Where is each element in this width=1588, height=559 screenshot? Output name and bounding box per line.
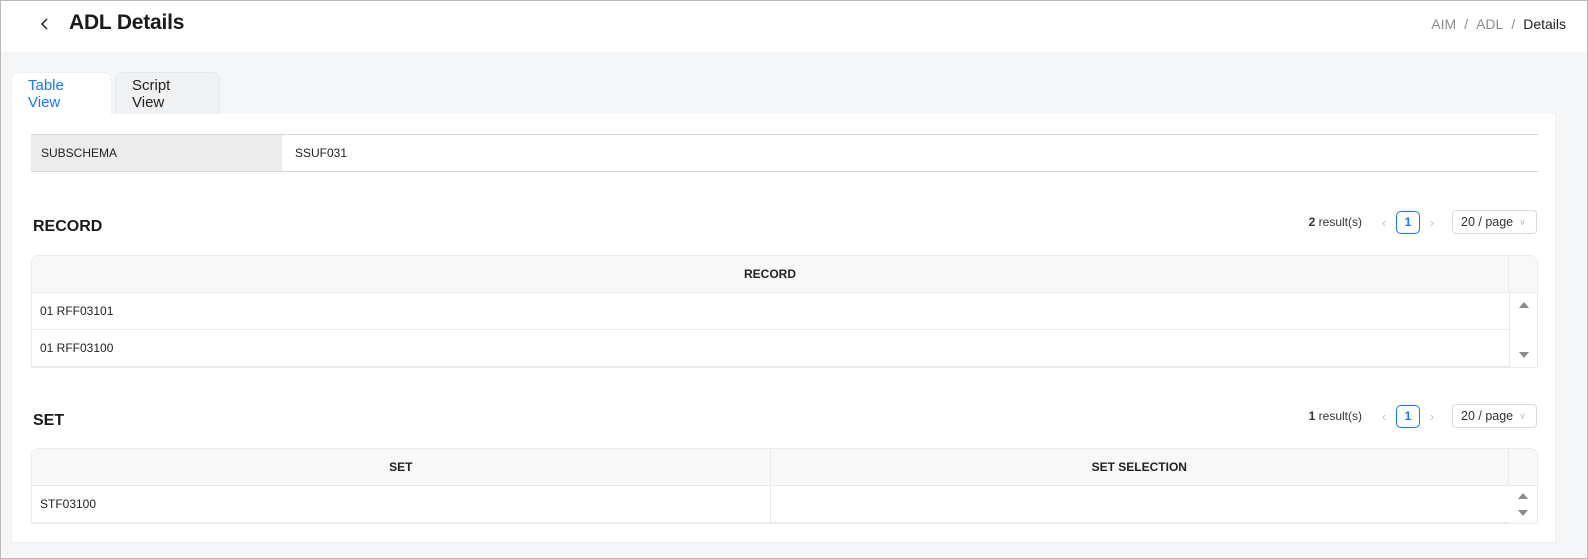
back-button[interactable] [35, 13, 55, 35]
next-page-button[interactable]: › [1420, 409, 1444, 424]
tab-script-view[interactable]: Script View [115, 72, 220, 115]
subschema-row: SUBSCHEMA SSUF031 [31, 134, 1538, 172]
page-size-select[interactable]: 20 / page ∨ [1452, 210, 1537, 234]
set-cell: STF03100 [32, 486, 771, 522]
vertical-scrollbar[interactable] [1509, 486, 1537, 523]
breadcrumb-item-aim[interactable]: AIM [1431, 16, 1456, 32]
table-view-panel: SUBSCHEMA SSUF031 RECORD 2 result(s) ‹ 1… [11, 114, 1556, 543]
scrollbar-header [1509, 449, 1537, 485]
breadcrumb-item-adl[interactable]: ADL [1476, 16, 1503, 32]
record-cell: 01 RFF03100 [32, 330, 1510, 366]
chevron-down-icon: ∨ [1519, 216, 1526, 227]
table-header-row: RECORD [32, 256, 1537, 293]
set-selection-cell [771, 486, 1510, 522]
chevron-left-icon [40, 18, 48, 30]
prev-page-button[interactable]: ‹ [1372, 409, 1396, 424]
column-header-record[interactable]: RECORD [32, 256, 1510, 292]
table-row[interactable]: STF03100 [32, 486, 1537, 523]
record-section-title: RECORD [33, 218, 103, 235]
page-1-button[interactable]: 1 [1396, 404, 1420, 428]
set-table: SET SET SELECTION STF03100 [31, 448, 1538, 524]
table-header-row: SET SET SELECTION [32, 449, 1537, 486]
page-size-select[interactable]: 20 / page ∨ [1452, 404, 1537, 428]
record-table-body: 01 RFF03101 01 RFF03100 [32, 293, 1537, 367]
next-page-button[interactable]: › [1420, 215, 1444, 230]
breadcrumb: AIM / ADL / Details [1431, 16, 1566, 32]
record-pagination: 2 result(s) ‹ 1 › 20 / page ∨ [1309, 210, 1537, 234]
view-tabs: Table View Script View [11, 72, 220, 115]
table-row[interactable]: 01 RFF03100 [32, 330, 1537, 367]
breadcrumb-separator: / [1464, 16, 1469, 32]
set-section-title: SET [33, 412, 65, 429]
scroll-down-icon[interactable] [1518, 510, 1528, 516]
subschema-value: SSUF031 [295, 146, 348, 160]
scroll-up-icon[interactable] [1518, 493, 1528, 499]
subschema-label: SUBSCHEMA [31, 135, 282, 171]
set-result-count: 1 result(s) [1308, 409, 1362, 423]
page-title: ADL Details [69, 11, 185, 34]
record-cell: 01 RFF03101 [32, 293, 1510, 329]
chevron-down-icon: ∨ [1519, 410, 1526, 421]
scroll-down-icon[interactable] [1519, 352, 1529, 358]
set-table-body: STF03100 [32, 486, 1537, 523]
column-header-set-selection[interactable]: SET SELECTION [771, 449, 1510, 485]
scrollbar-header [1509, 256, 1537, 292]
prev-page-button[interactable]: ‹ [1372, 215, 1396, 230]
table-row[interactable]: 01 RFF03101 [32, 293, 1537, 330]
set-pagination: 1 result(s) ‹ 1 › 20 / page ∨ [1309, 404, 1537, 428]
scroll-up-icon[interactable] [1519, 302, 1529, 308]
page-1-button[interactable]: 1 [1396, 210, 1420, 234]
breadcrumb-item-current: Details [1523, 16, 1566, 32]
tab-table-view[interactable]: Table View [11, 72, 112, 115]
record-result-count: 2 result(s) [1308, 215, 1362, 229]
record-table: RECORD 01 RFF03101 01 RFF03100 [31, 255, 1538, 368]
vertical-scrollbar[interactable] [1509, 293, 1537, 367]
column-header-set[interactable]: SET [32, 449, 771, 485]
page-header: ADL Details AIM / ADL / Details [1, 1, 1587, 52]
breadcrumb-separator: / [1511, 16, 1516, 32]
